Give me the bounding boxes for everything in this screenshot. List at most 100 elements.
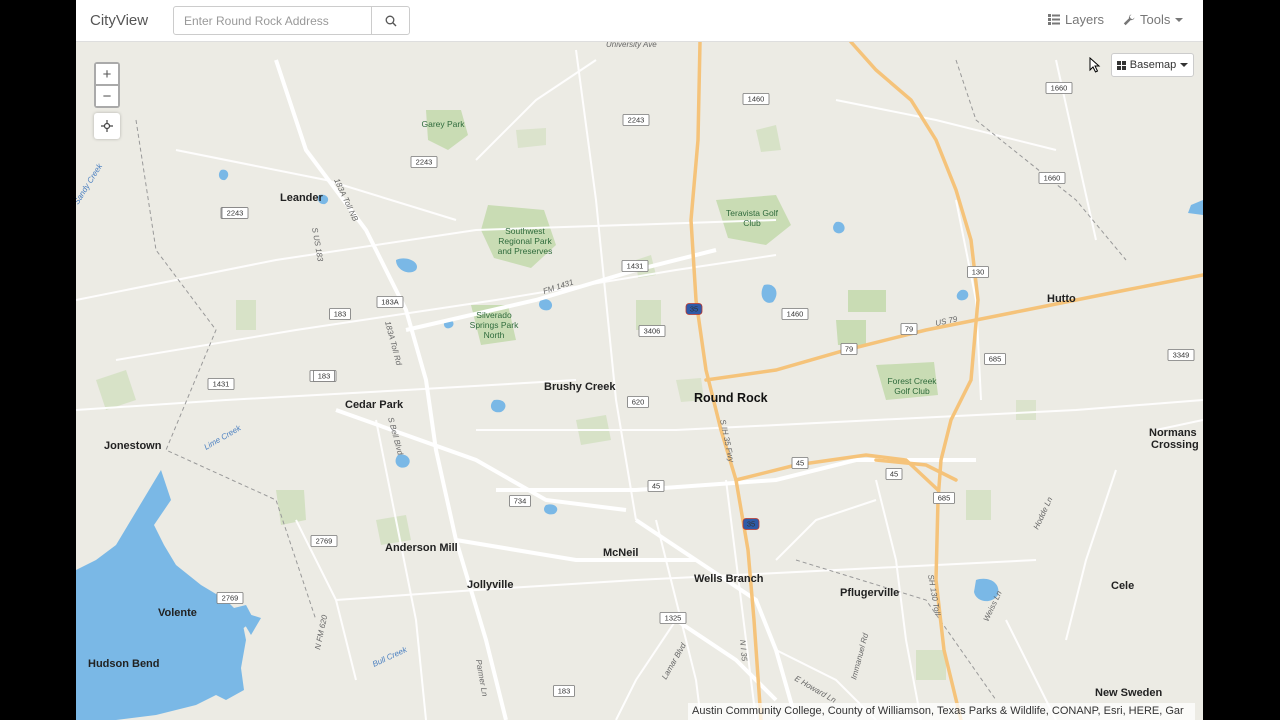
chevron-down-icon (1180, 63, 1189, 67)
grid-icon (1116, 60, 1126, 70)
shield-label: 1460 (787, 310, 804, 319)
road-shield: 183 (329, 308, 351, 320)
shield-label: 183 (334, 310, 347, 319)
road-shield: 685 (984, 353, 1006, 365)
shield-label: 2243 (227, 209, 244, 218)
shield-label: 45 (652, 482, 660, 491)
road-shield: 45 (791, 457, 809, 469)
shield-label: 45 (796, 459, 804, 468)
shield-label: 35 (690, 305, 698, 314)
shield-label: 2769 (316, 537, 333, 546)
label-hutto: Hutto (1047, 293, 1076, 305)
road-shield: 1660 (1038, 172, 1066, 184)
chevron-down-icon (1175, 17, 1184, 22)
road-shield: 45 (647, 480, 665, 492)
label-pflugerville: Pflugerville (840, 587, 899, 599)
basemap-label: Basemap (1129, 59, 1177, 71)
label-cedar-park: Cedar Park (345, 399, 404, 411)
label-volente: Volente (158, 607, 197, 619)
shield-label: 3406 (644, 327, 661, 336)
interstate-shield: 35 (685, 303, 703, 315)
road-shield: 1460 (742, 93, 770, 105)
map-canvas[interactable]: 1460224322432243143114311431183A18318334… (76, 0, 1203, 720)
road-shield: 45 (885, 468, 903, 480)
road-shield: 1660 (1045, 82, 1073, 94)
shield-label: 2243 (628, 116, 645, 125)
label-hudson-bend: Hudson Bend (88, 658, 160, 670)
shield-label: 685 (938, 494, 951, 503)
zoom-in-button[interactable]: + (96, 64, 118, 84)
shield-label: 79 (845, 345, 853, 354)
cursor-icon (1089, 57, 1101, 73)
shield-label: 79 (905, 325, 913, 334)
road-shield: 183A (376, 296, 404, 308)
road-shield: 3349 (1167, 349, 1195, 361)
label-teravista-1: Teravista Golf (726, 208, 779, 218)
road-shield: 734 (509, 495, 531, 507)
label-silverado-3: North (484, 330, 505, 340)
road-shield: 620 (627, 396, 649, 408)
label-forest-creek-1: Forest Creek (887, 376, 937, 386)
zoom-out-button[interactable]: − (96, 86, 118, 106)
label-n-i35: N I 35 (738, 639, 749, 662)
label-anderson-mill: Anderson Mill (385, 542, 458, 554)
app-brand[interactable]: CityView (90, 12, 148, 29)
wrench-icon (1123, 14, 1135, 25)
label-southwest-1: Southwest (505, 226, 545, 236)
label-jonestown: Jonestown (104, 440, 162, 452)
shield-label: 183A (381, 298, 399, 307)
shield-label: 35 (747, 520, 755, 529)
label-silverado-2: Springs Park (470, 320, 519, 330)
map-attribution[interactable]: Austin Community College, County of Will… (688, 703, 1195, 720)
list-icon (1048, 14, 1060, 25)
search-button[interactable] (371, 7, 409, 34)
road-shield: 3406 (638, 325, 666, 337)
label-normans: Normans (1149, 427, 1197, 439)
address-search (173, 6, 410, 35)
label-silverado-1: Silverado (476, 310, 512, 320)
map-app: 1460224322432243143114311431183A18318334… (76, 0, 1203, 720)
label-crossing: Crossing (1151, 439, 1199, 451)
road-shield: 2243 (622, 114, 650, 126)
label-round-rock: Round Rock (694, 391, 768, 405)
label-mcneil: McNeil (603, 547, 638, 559)
road-shield: 1460 (781, 308, 809, 320)
tools-menu[interactable]: Tools (1123, 12, 1184, 27)
road-shield: 79 (840, 343, 858, 355)
shield-label: 734 (514, 497, 527, 506)
road-shield: 183 (313, 370, 335, 382)
road-shield: 183 (553, 685, 575, 697)
label-cele: Cele (1111, 580, 1134, 592)
layers-menu[interactable]: Layers (1048, 12, 1104, 27)
tools-label: Tools (1140, 12, 1171, 27)
locate-button[interactable] (94, 113, 120, 139)
shield-label: 130 (972, 268, 985, 277)
road-shield: 2243 (410, 156, 438, 168)
shield-label: 1660 (1044, 174, 1061, 183)
road-shield: 2769 (216, 592, 244, 604)
label-new-sweden: New Sweden (1095, 687, 1163, 699)
shield-label: 1431 (627, 262, 644, 271)
shield-label: 685 (989, 355, 1002, 364)
zoom-control: + − (94, 62, 120, 108)
basemap-toggle[interactable]: Basemap (1111, 53, 1194, 77)
label-jollyville: Jollyville (467, 579, 513, 591)
label-leander: Leander (280, 192, 324, 204)
shield-label: 2769 (222, 594, 239, 603)
shield-label: 183 (318, 372, 331, 381)
address-search-input[interactable] (174, 7, 372, 34)
shield-label: 45 (890, 470, 898, 479)
road-shield: 1431 (621, 260, 649, 272)
road-shield: 79 (900, 323, 918, 335)
crosshair-icon (101, 120, 113, 132)
road-shield: 2769 (310, 535, 338, 547)
label-forest-creek-2: Golf Club (894, 386, 930, 396)
top-navbar: CityView Layers Tools (76, 0, 1203, 42)
label-garey-park: Garey Park (422, 119, 466, 129)
label-southwest-3: and Preserves (498, 246, 553, 256)
shield-label: 3349 (1173, 351, 1190, 360)
shield-label: 2243 (416, 158, 433, 167)
road-shield: 130 (967, 266, 989, 278)
shield-label: 1660 (1051, 84, 1068, 93)
road-shield: 1431 (207, 378, 235, 390)
